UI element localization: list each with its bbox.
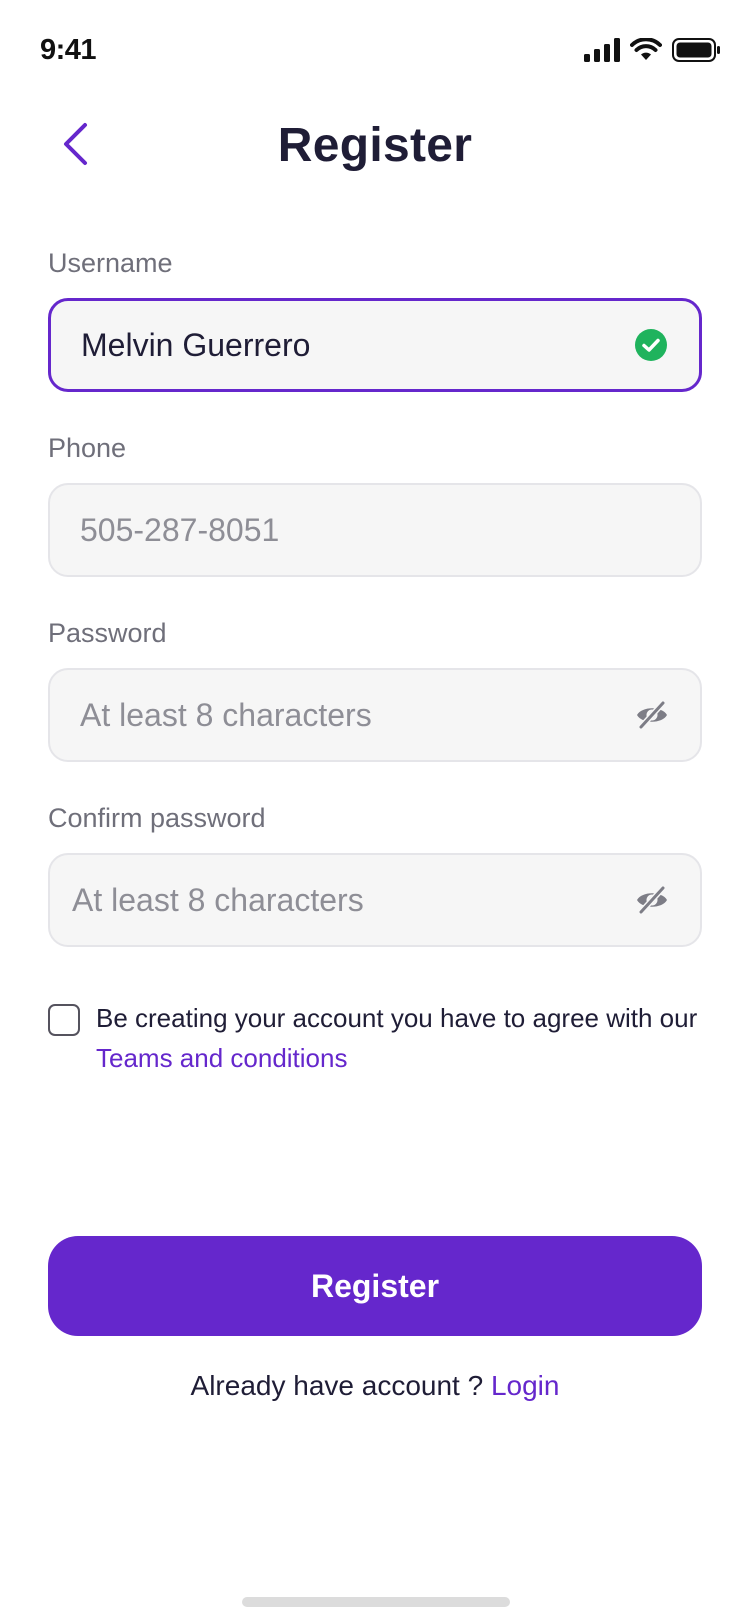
phone-placeholder: 505-287-8051 xyxy=(80,511,280,548)
terms-checkbox[interactable] xyxy=(48,1004,80,1036)
password-label: Password xyxy=(48,618,167,648)
confirm-password-field[interactable]: At least 8 characters xyxy=(48,853,702,947)
register-button[interactable]: Register xyxy=(48,1236,702,1336)
signal-icon xyxy=(584,38,620,62)
login-prompt: Already have account ? Login xyxy=(0,1370,750,1402)
page-title: Register xyxy=(277,119,473,172)
battery-icon xyxy=(672,38,720,62)
confirm-password-placeholder: At least 8 characters xyxy=(72,881,364,918)
phone-label: Phone xyxy=(48,433,127,463)
login-prompt-text: Already have account ? xyxy=(190,1370,491,1401)
eye-off-icon[interactable] xyxy=(634,697,670,733)
wifi-icon xyxy=(630,38,662,62)
username-value: Melvin Guerrero xyxy=(81,326,311,363)
status-time: 9:41 xyxy=(40,34,97,66)
terms-text-body: Be creating your account you have to agr… xyxy=(96,1003,698,1033)
password-field[interactable]: At least 8 characters xyxy=(48,668,702,762)
password-placeholder: At least 8 characters xyxy=(80,696,372,733)
login-link[interactable]: Login xyxy=(491,1370,560,1401)
check-circle-icon xyxy=(633,327,669,363)
username-field[interactable]: Melvin Guerrero xyxy=(48,298,702,392)
status-bar: 9:41 xyxy=(0,0,750,100)
phone-field[interactable]: 505-287-8051 xyxy=(48,483,702,577)
terms-and-conditions-link[interactable]: Teams and conditions xyxy=(96,1043,347,1073)
home-indicator[interactable] xyxy=(242,1597,510,1607)
eye-off-icon[interactable] xyxy=(634,882,670,918)
terms-text: Be creating your account you have to agr… xyxy=(96,998,716,1078)
status-icons xyxy=(584,38,720,62)
username-label: Username xyxy=(48,248,173,278)
register-screen: 9:41 Register Username Melvin Guerrero P… xyxy=(0,0,750,1624)
confirm-password-label: Confirm password xyxy=(48,803,266,833)
